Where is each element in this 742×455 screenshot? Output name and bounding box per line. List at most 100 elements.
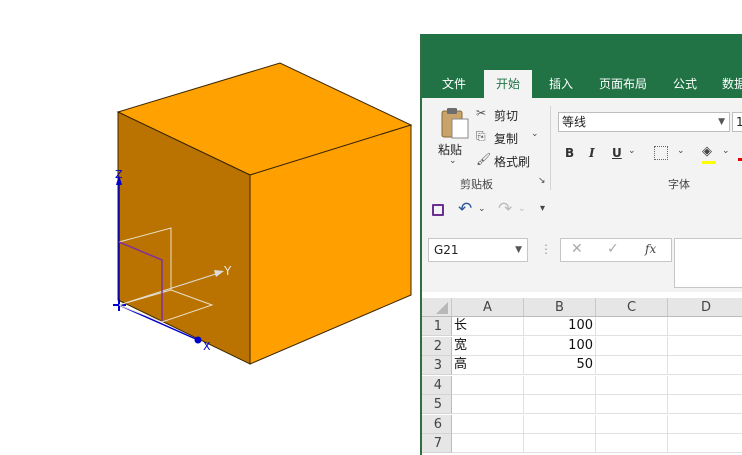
undo-icon[interactable]: ↶ [458, 199, 472, 219]
row-header[interactable]: 4 [422, 375, 452, 395]
fill-color-icon[interactable]: ◈ [702, 144, 712, 159]
table-cell[interactable] [452, 414, 524, 434]
table-cell[interactable] [668, 356, 742, 375]
enter-icon[interactable]: ✓ [607, 241, 619, 257]
font-name-dropdown-icon[interactable]: ▼ [718, 113, 725, 131]
font-name-combo[interactable]: 等线 ▼ [558, 112, 730, 132]
table-cell[interactable] [452, 434, 524, 453]
table-cell[interactable] [668, 376, 742, 395]
table-cell[interactable] [524, 395, 596, 414]
redo-icon[interactable]: ↷ [498, 199, 512, 219]
column-header-c[interactable]: C [596, 298, 668, 317]
cad-viewport[interactable]: Z Y X [0, 0, 420, 455]
axis-label-y: Y [223, 264, 232, 278]
redo-dropdown-icon[interactable]: ⌄ [518, 204, 526, 214]
customize-toolbar-icon[interactable]: ▾ [540, 203, 545, 214]
clipboard-group-label: 剪贴板 [460, 178, 493, 191]
row-header[interactable]: 2 [422, 336, 452, 356]
ribbon-tab-bar: 文件 开始 插入 页面布局 公式 数据 [422, 34, 742, 98]
table-cell[interactable] [668, 415, 742, 434]
table-cell[interactable] [596, 336, 668, 356]
tab-formulas[interactable]: 公式 [662, 70, 708, 98]
excel-window[interactable]: 文件 开始 插入 页面布局 公式 数据 粘贴 ⌄ ✂ 剪切 ⎘ 复制 ⌄ 🖌 [420, 34, 742, 455]
quick-access-toolbar: ↶ ⌄ ↷ ⌄ ▾ [422, 194, 742, 229]
table-cell[interactable]: 100 [524, 336, 596, 356]
row-header[interactable]: 6 [422, 414, 452, 434]
table-cell[interactable] [596, 414, 668, 434]
font-color-swatch[interactable] [738, 158, 742, 161]
table-cell[interactable] [524, 414, 596, 434]
column-header-b[interactable]: B [524, 298, 596, 317]
paste-button[interactable]: 粘贴 ⌄ [434, 104, 474, 170]
row-header[interactable]: 5 [422, 395, 452, 414]
borders-dropdown-icon[interactable]: ⌄ [677, 146, 685, 156]
cancel-icon[interactable]: ✕ [571, 241, 583, 257]
tab-insert[interactable]: 插入 [538, 70, 584, 98]
table-cell[interactable]: 高 [452, 356, 524, 375]
column-header-a[interactable]: A [452, 298, 524, 317]
table-cell[interactable] [596, 356, 668, 375]
copy-dropdown-icon[interactable]: ⌄ [531, 129, 539, 139]
copy-button[interactable]: ⎘ 复制 ⌄ [476, 129, 542, 147]
select-all-button[interactable] [422, 298, 452, 317]
format-painter-button[interactable]: 🖌 格式刷 [476, 152, 540, 170]
ribbon-home-panel: 粘贴 ⌄ ✂ 剪切 ⎘ 复制 ⌄ 🖌 格式刷 剪贴板 ↘ 等线 ▼ 1 B I … [422, 98, 742, 195]
formula-buttons: ✕ ✓ fx [560, 238, 672, 262]
italic-button[interactable]: I [589, 146, 595, 160]
tab-page-layout[interactable]: 页面布局 [590, 70, 656, 98]
font-size-combo[interactable]: 1 [732, 112, 742, 132]
table-cell[interactable] [596, 434, 668, 453]
scissors-icon: ✂ [476, 106, 487, 120]
paste-dropdown-icon[interactable]: ⌄ [449, 156, 457, 166]
tab-home[interactable]: 开始 [484, 70, 532, 98]
formula-input[interactable] [674, 238, 742, 288]
table-cell[interactable] [596, 317, 668, 336]
column-header-d[interactable]: D [668, 298, 742, 317]
font-name-value: 等线 [562, 115, 587, 129]
paste-icon [441, 108, 469, 139]
table-cell[interactable] [668, 317, 742, 336]
table-cell[interactable]: 长 [452, 317, 524, 336]
underline-button[interactable]: U [612, 146, 622, 160]
table-cell[interactable] [452, 395, 524, 414]
table-cell[interactable] [668, 337, 742, 356]
copy-icon: ⎘ [476, 129, 486, 143]
worksheet-grid[interactable]: A B C D 1 长 100 2 宽 100 3 高 50 4 5 6 7 [422, 298, 742, 455]
fill-color-dropdown-icon[interactable]: ⌄ [722, 146, 730, 156]
name-box-value: G21 [434, 243, 459, 257]
axis-label-z: Z [115, 168, 123, 181]
font-size-value: 1 [736, 115, 742, 129]
brush-icon: 🖌 [476, 152, 492, 166]
formula-bar-grip-icon: ⋮ [540, 242, 552, 256]
bold-button[interactable]: B [565, 146, 574, 160]
table-cell[interactable] [524, 375, 596, 395]
table-cell[interactable] [596, 395, 668, 414]
select-all-icon [436, 302, 448, 314]
table-cell[interactable]: 100 [524, 317, 596, 336]
row-header[interactable]: 1 [422, 317, 452, 336]
copy-label: 复制 [494, 132, 519, 146]
dialog-launcher-icon[interactable]: ↘ [538, 176, 546, 186]
table-cell[interactable] [596, 375, 668, 395]
cube-model[interactable]: Z Y X [0, 0, 420, 455]
formula-bar: G21 ▼ ⋮ ✕ ✓ fx [422, 228, 742, 292]
save-icon[interactable] [432, 204, 444, 216]
table-cell[interactable]: 50 [524, 356, 596, 375]
name-box-dropdown-icon[interactable]: ▼ [515, 239, 522, 261]
table-cell[interactable] [668, 434, 742, 453]
row-header[interactable]: 7 [422, 434, 452, 453]
table-cell[interactable]: 宽 [452, 336, 524, 356]
insert-function-button[interactable]: fx [645, 242, 656, 256]
table-cell[interactable] [524, 434, 596, 453]
tab-data[interactable]: 数据 [712, 70, 742, 98]
table-cell[interactable] [668, 395, 742, 414]
underline-dropdown-icon[interactable]: ⌄ [628, 146, 636, 156]
table-cell[interactable] [452, 375, 524, 395]
tab-file[interactable]: 文件 [430, 70, 478, 98]
format-painter-label: 格式刷 [494, 155, 531, 169]
row-header[interactable]: 3 [422, 356, 452, 375]
cut-button[interactable]: ✂ 剪切 [476, 106, 536, 124]
borders-icon[interactable] [654, 146, 668, 160]
undo-dropdown-icon[interactable]: ⌄ [478, 204, 486, 214]
name-box[interactable]: G21 ▼ [428, 238, 528, 262]
